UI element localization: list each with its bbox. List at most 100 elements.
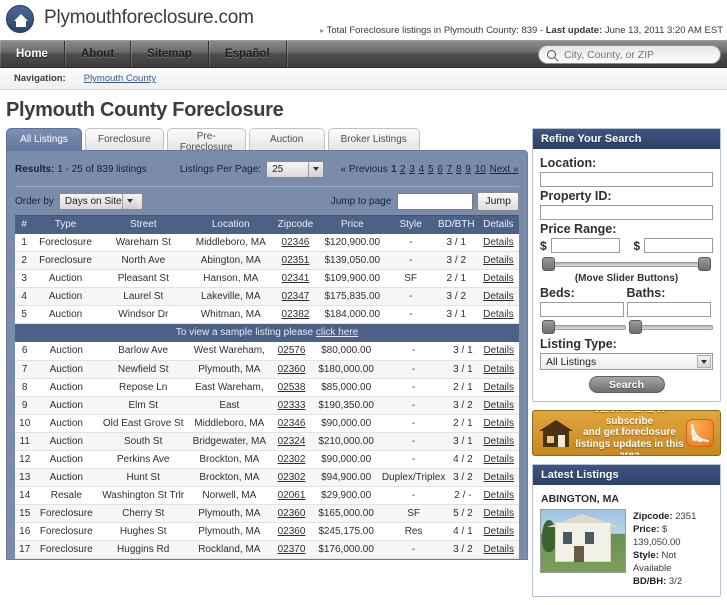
- listing-zipcode-link[interactable]: 02370: [278, 544, 306, 555]
- tab-pre-foreclosure[interactable]: Pre- Foreclosure: [166, 128, 246, 153]
- refine-search-button[interactable]: Search: [588, 376, 665, 393]
- table-row[interactable]: 4 Auction Laurel St Lakeville, MA 02347 $175,…: [15, 287, 519, 306]
- tab-foreclosure[interactable]: Foreclosure: [85, 128, 164, 150]
- listing-zipcode[interactable]: 02382: [272, 305, 319, 324]
- listing-zipcode[interactable]: 02360: [270, 360, 313, 379]
- listing-details[interactable]: Details: [478, 360, 519, 379]
- col-header-number[interactable]: #: [15, 215, 34, 234]
- order-by-select[interactable]: Days on Site: [58, 192, 143, 210]
- beds-input[interactable]: [540, 302, 624, 317]
- col-header-type[interactable]: Type: [33, 215, 98, 234]
- property-id-input[interactable]: [540, 205, 713, 220]
- listing-details[interactable]: Details: [477, 287, 519, 306]
- search-input[interactable]: [562, 47, 712, 62]
- listing-zipcode-link[interactable]: 02382: [282, 309, 310, 320]
- listing-zipcode[interactable]: 02061: [270, 486, 313, 505]
- table-row[interactable]: 11 Auction South St Bridgewater, MA 02324 $21…: [15, 432, 519, 451]
- listing-zipcode[interactable]: 02576: [270, 342, 313, 361]
- pagination-page-5[interactable]: 5: [428, 164, 434, 175]
- price-max-input[interactable]: [644, 238, 713, 253]
- table-row[interactable]: 6 Auction Barlow Ave West Wareham, 02576 $80,…: [15, 342, 519, 361]
- listing-details[interactable]: Details: [478, 540, 519, 559]
- table-row[interactable]: 10 Auction Old East Grove St Middleboro, MA…: [15, 414, 519, 433]
- listing-details[interactable]: Details: [478, 504, 519, 523]
- listing-details-link[interactable]: Details: [483, 345, 514, 356]
- listing-zipcode-link[interactable]: 02346: [278, 418, 306, 429]
- tab-broker-listings[interactable]: Broker Listings: [327, 128, 420, 150]
- listing-zipcode-link[interactable]: 02302: [278, 472, 306, 483]
- jump-button[interactable]: Jump: [477, 191, 519, 211]
- col-header-bdbth[interactable]: BD/BTH: [434, 215, 478, 234]
- sample-listing-link[interactable]: click here: [316, 327, 358, 338]
- listing-details-link[interactable]: Details: [483, 454, 514, 465]
- listing-zipcode-link[interactable]: 02302: [278, 454, 306, 465]
- listing-zipcode-link[interactable]: 02538: [278, 382, 306, 393]
- breadcrumb-link-plymouth-county[interactable]: Plymouth County: [84, 73, 156, 84]
- table-row[interactable]: 16 Foreclosure Hughes St Plymouth, MA 02360 $…: [15, 522, 519, 541]
- table-row[interactable]: 13 Auction Hunt St Brockton, MA 02302 $94,900…: [15, 468, 519, 487]
- price-range-slider[interactable]: [540, 256, 713, 272]
- listing-details[interactable]: Details: [477, 269, 519, 288]
- listing-details[interactable]: Details: [478, 414, 519, 433]
- col-header-zipcode[interactable]: Zipcode: [272, 215, 319, 234]
- listing-details-link[interactable]: Details: [483, 472, 514, 483]
- listing-details-link[interactable]: Details: [483, 418, 514, 429]
- listing-details[interactable]: Details: [478, 522, 519, 541]
- listing-details-link[interactable]: Details: [483, 237, 514, 248]
- nav-item-home[interactable]: Home: [0, 41, 65, 67]
- table-row[interactable]: 12 Auction Perkins Ave Brockton, MA 02302 $90…: [15, 450, 519, 469]
- listing-zipcode-link[interactable]: 02346: [282, 237, 310, 248]
- listing-zipcode[interactable]: 02324: [270, 432, 313, 451]
- price-min-input[interactable]: [550, 238, 620, 253]
- listing-zipcode[interactable]: 02347: [272, 287, 319, 306]
- listing-details[interactable]: Details: [477, 233, 519, 252]
- listing-details[interactable]: Details: [478, 468, 519, 487]
- pagination-page-3[interactable]: 3: [409, 164, 415, 175]
- location-input[interactable]: [540, 172, 713, 187]
- pagination-page-1[interactable]: 1: [391, 164, 397, 175]
- pagination-page-8[interactable]: 8: [456, 164, 462, 175]
- listing-zipcode-link[interactable]: 02360: [278, 364, 306, 375]
- listing-details[interactable]: Details: [478, 450, 519, 469]
- listing-zipcode[interactable]: 02341: [272, 269, 319, 288]
- pagination-previous[interactable]: « Previous: [341, 164, 388, 175]
- pagination-page-6[interactable]: 6: [437, 164, 443, 175]
- listing-zipcode[interactable]: 02370: [270, 540, 313, 559]
- col-header-details[interactable]: Details: [477, 215, 519, 234]
- listing-details-link[interactable]: Details: [483, 309, 514, 320]
- table-row[interactable]: 17 Foreclosure Huggins Rd Rockland, MA 02370…: [15, 540, 519, 559]
- beds-slider[interactable]: [540, 319, 628, 335]
- listing-zipcode[interactable]: 02333: [270, 396, 313, 415]
- table-row[interactable]: 7 Auction Newfield St Plymouth, MA 02360 $180…: [15, 360, 519, 379]
- rss-subscribe-banner[interactable]: CLICK HERE to subscribe and get foreclos…: [532, 410, 721, 456]
- pagination-page-9[interactable]: 9: [465, 164, 471, 175]
- listing-zipcode-link[interactable]: 02576: [278, 345, 306, 356]
- listing-zipcode-link[interactable]: 02351: [282, 255, 310, 266]
- listing-details-link[interactable]: Details: [483, 364, 514, 375]
- nav-item-espanol[interactable]: Español: [209, 41, 287, 67]
- pagination-page-4[interactable]: 4: [419, 164, 425, 175]
- pagination-next[interactable]: Next »: [490, 164, 519, 175]
- listing-details-link[interactable]: Details: [483, 526, 514, 537]
- listings-per-page-select[interactable]: 25: [266, 160, 325, 178]
- table-row[interactable]: 8 Auction Repose Ln East Wareham, 02538 $85,0…: [15, 378, 519, 397]
- baths-slider[interactable]: [627, 319, 715, 335]
- table-row[interactable]: 5 Auction Windsor Dr Whitman, MA 02382 $184,0…: [15, 305, 519, 324]
- listing-zipcode[interactable]: 02360: [270, 522, 313, 541]
- listing-details-link[interactable]: Details: [483, 382, 514, 393]
- baths-slider-knob[interactable]: [628, 320, 642, 334]
- listing-details[interactable]: Details: [478, 342, 519, 361]
- site-search-box[interactable]: [538, 45, 721, 64]
- listing-zipcode-link[interactable]: 02061: [278, 490, 306, 501]
- listing-details-link[interactable]: Details: [483, 273, 514, 284]
- price-slider-knob-max[interactable]: [698, 257, 711, 271]
- listing-details[interactable]: Details: [478, 432, 519, 451]
- listing-details-link[interactable]: Details: [483, 436, 514, 447]
- beds-slider-knob[interactable]: [542, 320, 555, 334]
- listing-zipcode[interactable]: 02538: [270, 378, 313, 397]
- pagination-page-7[interactable]: 7: [447, 164, 453, 175]
- pagination-page-10[interactable]: 10: [475, 164, 486, 175]
- col-header-street[interactable]: Street: [97, 215, 189, 234]
- listing-details[interactable]: Details: [478, 396, 519, 415]
- listing-details-link[interactable]: Details: [483, 544, 514, 555]
